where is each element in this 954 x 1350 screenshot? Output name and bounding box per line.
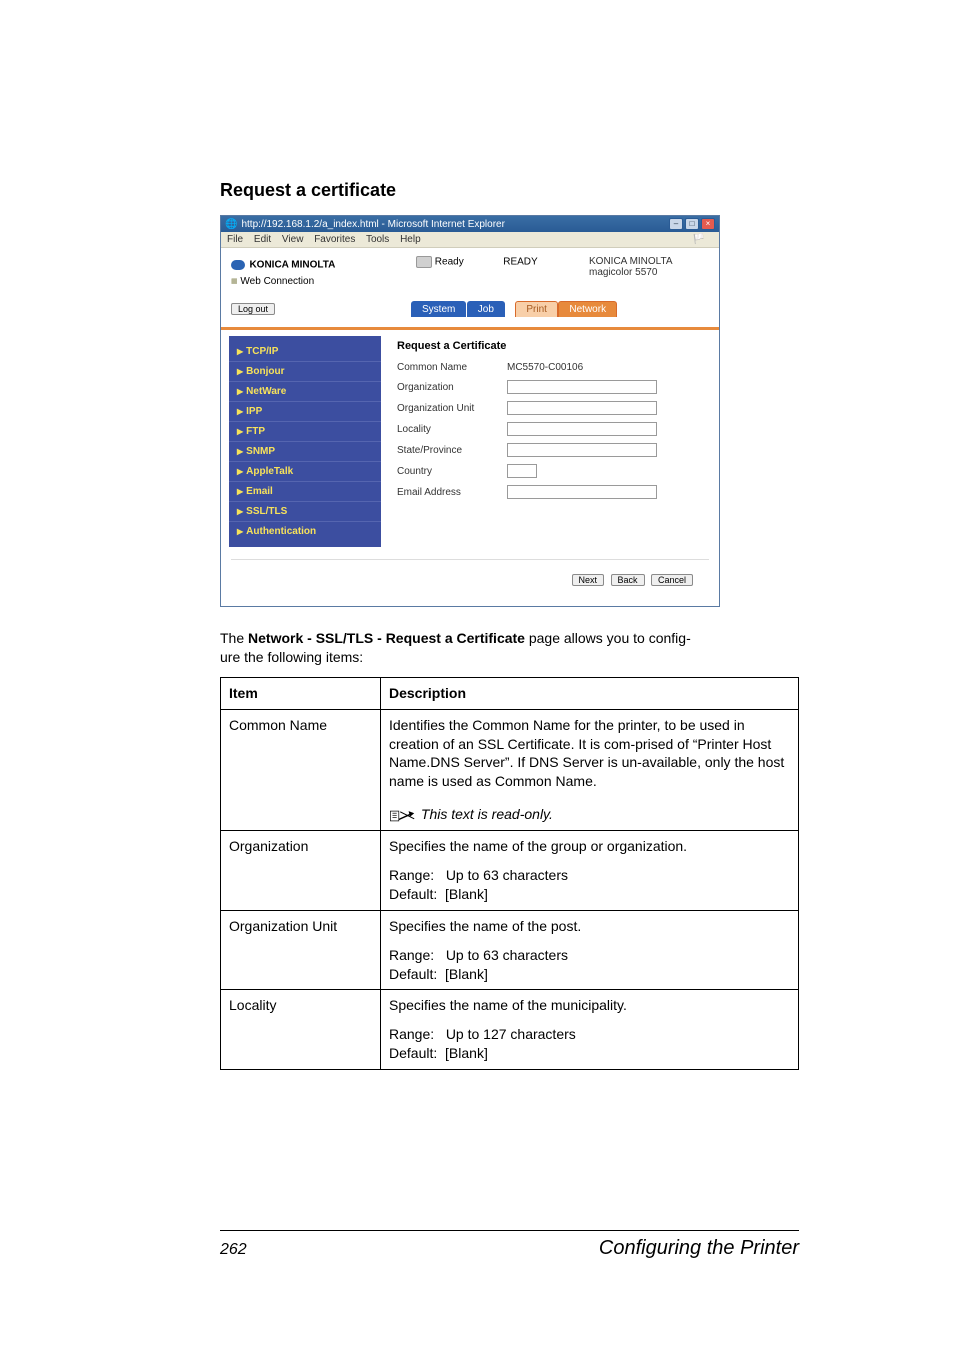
- form-area: Request a Certificate Common Name MC5570…: [381, 330, 719, 553]
- menu-tools[interactable]: Tools: [366, 234, 389, 245]
- ie-icon: 🌐: [225, 219, 237, 230]
- pagescope-icon: ▦: [231, 277, 238, 285]
- sidebar-item-bonjour[interactable]: ▶Bonjour: [229, 362, 381, 382]
- sidebar-item-authentication[interactable]: ▶Authentication: [229, 522, 381, 541]
- back-button[interactable]: Back: [611, 574, 645, 586]
- sidebar-item-email[interactable]: ▶Email: [229, 482, 381, 502]
- status-ready-value: READY: [503, 257, 537, 268]
- next-button[interactable]: Next: [572, 574, 605, 586]
- tab-network[interactable]: Network: [558, 301, 617, 317]
- label-email: Email Address: [397, 487, 507, 498]
- footer-title: Configuring the Printer: [599, 1237, 799, 1260]
- row-desc: Specifies the name of the post. Range: U…: [381, 910, 799, 990]
- value-common-name: MC5570-C00106: [507, 362, 583, 373]
- table-row: Organization Unit Specifies the name of …: [221, 910, 799, 990]
- tab-job[interactable]: Job: [467, 301, 505, 317]
- window-titlebar: 🌐 http://192.168.1.2/a_index.html - Micr…: [221, 216, 719, 232]
- label-organization-unit: Organization Unit: [397, 403, 507, 414]
- menu-file[interactable]: File: [227, 234, 243, 245]
- sidebar-item-appletalk[interactable]: ▶AppleTalk: [229, 462, 381, 482]
- table-row: Organization Specifies the name of the g…: [221, 831, 799, 911]
- table-row: Common Name Identifies the Common Name f…: [221, 709, 799, 830]
- row-note: This text is read-only.: [421, 806, 553, 822]
- page-footer: 262 Configuring the Printer: [220, 1230, 799, 1260]
- cancel-button[interactable]: Cancel: [651, 574, 693, 586]
- label-organization: Organization: [397, 382, 507, 393]
- row-item: Locality: [221, 990, 381, 1070]
- status-ready-label: Ready: [435, 257, 464, 268]
- logout-button[interactable]: Log out: [231, 303, 275, 315]
- input-country[interactable]: [507, 464, 537, 478]
- tab-print[interactable]: Print: [515, 301, 558, 317]
- printer-icon: [416, 256, 432, 268]
- note-icon: [389, 809, 417, 823]
- button-row: Next Back Cancel: [231, 559, 709, 602]
- input-organization-unit[interactable]: [507, 401, 657, 415]
- ie-throbber-icon: 🏳️: [693, 234, 705, 245]
- row-desc: Specifies the name of the municipality. …: [381, 990, 799, 1070]
- intro-paragraph: The Network - SSL/TLS - Request a Certif…: [220, 629, 799, 667]
- label-common-name: Common Name: [397, 362, 507, 373]
- form-title: Request a Certificate: [397, 340, 705, 352]
- tab-system[interactable]: System: [411, 301, 466, 317]
- window-title: http://192.168.1.2/a_index.html - Micros…: [241, 219, 504, 230]
- sidebar-item-ipp[interactable]: ▶IPP: [229, 402, 381, 422]
- brand-logo-icon: [231, 260, 245, 270]
- table-row: Locality Specifies the name of the munic…: [221, 990, 799, 1070]
- sidebar-item-snmp[interactable]: ▶SNMP: [229, 442, 381, 462]
- row-desc: Specifies the name of the group or organ…: [381, 831, 799, 911]
- sidebar-item-tcpip[interactable]: ▶TCP/IP: [229, 342, 381, 362]
- menu-favorites[interactable]: Favorites: [314, 234, 355, 245]
- label-locality: Locality: [397, 424, 507, 435]
- description-table: Item Description Common Name Identifies …: [220, 677, 799, 1070]
- close-button[interactable]: ×: [701, 218, 715, 230]
- menu-view[interactable]: View: [282, 234, 304, 245]
- device-model: magicolor 5570: [589, 267, 709, 278]
- col-header-item: Item: [221, 677, 381, 709]
- minimize-button[interactable]: –: [669, 218, 683, 230]
- sidebar: ▶TCP/IP ▶Bonjour ▶NetWare ▶IPP ▶FTP ▶SNM…: [229, 336, 381, 547]
- sidebar-item-ssltls[interactable]: ▶SSL/TLS: [229, 502, 381, 522]
- sidebar-item-netware[interactable]: ▶NetWare: [229, 382, 381, 402]
- sidebar-item-ftp[interactable]: ▶FTP: [229, 422, 381, 442]
- window-buttons: – □ ×: [669, 218, 715, 230]
- brand-name: KONICA MINOLTA: [249, 259, 335, 270]
- input-state[interactable]: [507, 443, 657, 457]
- row-item: Common Name: [221, 709, 381, 830]
- row-desc: Identifies the Common Name for the print…: [381, 709, 799, 830]
- product-label: ▦ Web Connection: [231, 276, 406, 287]
- browser-window: 🌐 http://192.168.1.2/a_index.html - Micr…: [220, 215, 720, 607]
- input-locality[interactable]: [507, 422, 657, 436]
- row-item: Organization: [221, 831, 381, 911]
- maximize-button[interactable]: □: [685, 218, 699, 230]
- footer-page-number: 262: [220, 1241, 247, 1259]
- col-header-description: Description: [381, 677, 799, 709]
- label-country: Country: [397, 466, 507, 477]
- menu-edit[interactable]: Edit: [254, 234, 271, 245]
- input-organization[interactable]: [507, 380, 657, 394]
- section-heading: Request a certificate: [220, 180, 799, 201]
- browser-menubar: File Edit View Favorites Tools Help 🏳️: [221, 232, 719, 248]
- input-email[interactable]: [507, 485, 657, 499]
- menu-help[interactable]: Help: [400, 234, 421, 245]
- row-item: Organization Unit: [221, 910, 381, 990]
- device-brand: KONICA MINOLTA: [589, 256, 709, 267]
- label-state: State/Province: [397, 445, 507, 456]
